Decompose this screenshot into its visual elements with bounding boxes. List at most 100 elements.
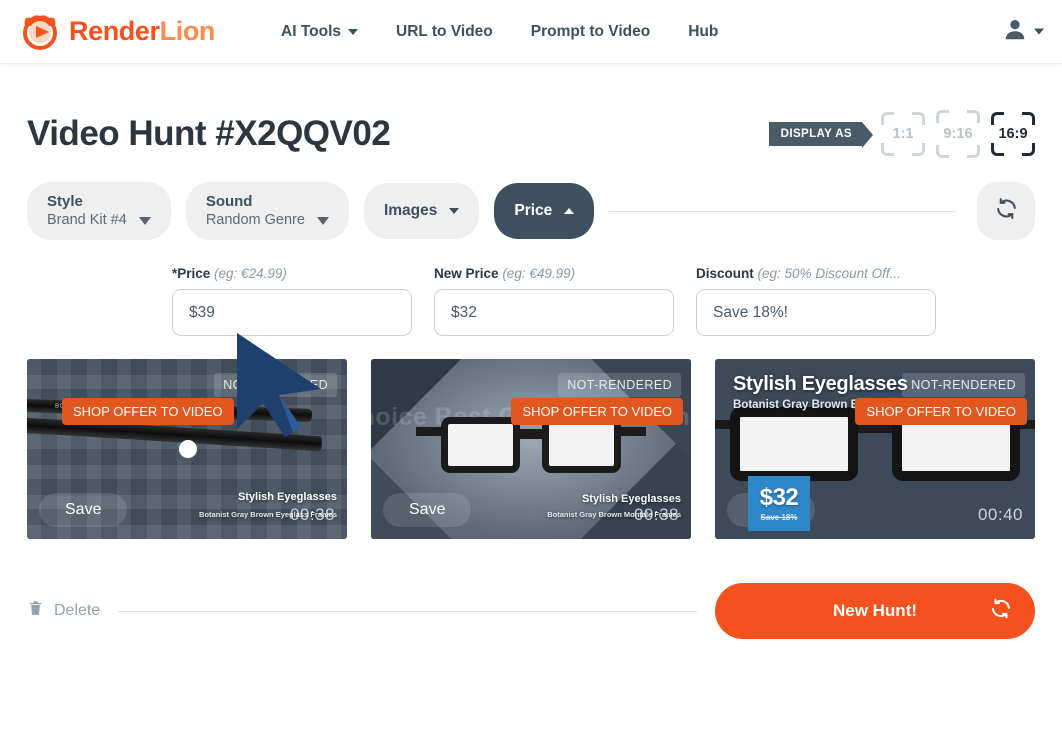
corner-bracket-icon xyxy=(881,112,894,125)
chevron-up-icon xyxy=(564,208,575,214)
main-nav: AI Tools URL to Video Prompt to Video Hu… xyxy=(281,23,718,41)
shop-offer-button[interactable]: SHOP OFFER TO VIDEO xyxy=(62,398,234,425)
chip-title-style: Style xyxy=(47,193,83,211)
delete-label: Delete xyxy=(54,602,101,619)
card-3-timecode: 00:40 xyxy=(977,505,1023,524)
field-label-price-text: *Price xyxy=(172,266,211,281)
corner-bracket-icon xyxy=(936,110,949,123)
ratio-label-16-9: 16:9 xyxy=(998,126,1028,142)
video-card-3[interactable]: Stylish Eyeglasses Botanist Gray Brown E… xyxy=(715,359,1035,539)
refresh-icon xyxy=(989,597,1013,626)
video-card-2[interactable]: Choice Best Choice Best Choice Best Choi… xyxy=(371,359,691,539)
chip-title-images: Images xyxy=(383,202,438,219)
card-2-timecode: 00:38 xyxy=(633,505,679,524)
refresh-icon xyxy=(994,196,1019,226)
brand-logo-text: RenderLion xyxy=(69,16,215,47)
field-label-price: *Price (eg: €24.99) xyxy=(172,266,412,281)
display-as-group: DISPLAY AS 1:1 9:16 16:9 xyxy=(768,110,1035,158)
chip-labels-style: Style Brand Kit #4 xyxy=(47,193,127,229)
trash-icon xyxy=(27,600,44,622)
filter-chips-row: Style Brand Kit #4 Sound Random Genre Im… xyxy=(27,182,1035,240)
new-hunt-label: New Hunt! xyxy=(832,601,918,620)
lens-right xyxy=(541,417,621,473)
nav-item-url-to-video[interactable]: URL to Video xyxy=(396,23,493,41)
temple-right xyxy=(617,427,647,437)
card-2-overlay-title: Stylish Eyeglasses xyxy=(581,493,681,505)
card-1-timecode: 00:38 xyxy=(289,505,335,524)
chip-title-price: Price xyxy=(514,202,553,219)
corner-bracket-icon xyxy=(967,110,980,123)
corner-bracket-icon xyxy=(912,143,925,156)
filter-chip-images[interactable]: Images xyxy=(363,183,480,239)
chevron-down-icon xyxy=(138,216,151,225)
video-card-1[interactable]: BOTANIST 52 □18-145 C2 NOT-RENDERED SHOP… xyxy=(27,359,347,539)
save-button[interactable]: Save xyxy=(383,493,472,527)
corner-bracket-icon xyxy=(1022,143,1035,156)
page-title: Video Hunt #X2QQV02 xyxy=(27,114,391,153)
card-1-overlay-title: Stylish Eyeglasses xyxy=(237,491,337,503)
divider xyxy=(609,210,956,212)
ratio-button-16-9[interactable]: 16:9 xyxy=(991,112,1035,156)
ratio-label-9-16: 9:16 xyxy=(943,126,973,142)
field-label-new-price-text: New Price xyxy=(434,266,499,281)
corner-bracket-icon xyxy=(991,112,1004,125)
chip-value-style: Brand Kit #4 xyxy=(47,212,127,229)
discount-input[interactable] xyxy=(696,289,936,336)
save-button[interactable]: Save xyxy=(39,493,128,527)
bridge xyxy=(520,429,542,440)
footer-actions: Delete New Hunt! xyxy=(27,583,1035,639)
lens-left xyxy=(441,417,521,473)
price-form: *Price (eg: €24.99) New Price (eg: €49.9… xyxy=(27,266,1035,336)
status-badge-not-rendered: NOT-RENDERED xyxy=(214,373,337,397)
ratio-button-9-16[interactable]: 9:16 xyxy=(936,110,980,158)
shop-offer-button[interactable]: SHOP OFFER TO VIDEO xyxy=(511,398,683,425)
status-badge-not-rendered: NOT-RENDERED xyxy=(558,373,681,397)
field-label-discount-text: Discount xyxy=(696,266,754,281)
logo-text-lion: Lion xyxy=(159,16,216,46)
title-row: Video Hunt #X2QQV02 DISPLAY AS 1:1 9:16 xyxy=(27,110,1035,158)
chip-value-sound: Random Genre xyxy=(205,212,305,229)
regenerate-button[interactable] xyxy=(977,182,1035,240)
field-label-discount: Discount (eg: 50% Discount Off... xyxy=(696,266,936,281)
ratio-label-1-1: 1:1 xyxy=(892,126,914,142)
filter-chip-price[interactable]: Price xyxy=(494,183,595,239)
price-input[interactable] xyxy=(172,289,412,336)
corner-bracket-icon xyxy=(912,112,925,125)
price-badge-amount: $32 xyxy=(759,483,799,511)
lion-play-logo-icon xyxy=(18,10,62,54)
delete-button[interactable]: Delete xyxy=(27,600,100,622)
video-cards-row: BOTANIST 52 □18-145 C2 NOT-RENDERED SHOP… xyxy=(27,359,1035,539)
chevron-down-icon xyxy=(348,28,359,35)
price-badge: $32 Save 18% xyxy=(748,476,810,531)
filter-chip-style[interactable]: Style Brand Kit #4 xyxy=(27,182,171,240)
filter-chip-sound[interactable]: Sound Random Genre xyxy=(185,182,349,240)
status-badge-not-rendered: NOT-RENDERED xyxy=(902,373,1025,397)
price-badge-old: Save 18% xyxy=(760,512,798,522)
field-label-new-price: New Price (eg: €49.99) xyxy=(434,266,674,281)
new-hunt-button[interactable]: New Hunt! xyxy=(715,583,1035,639)
focus-dot-icon xyxy=(179,440,197,458)
user-icon xyxy=(1002,16,1028,47)
brand-logo[interactable]: RenderLion xyxy=(18,10,215,54)
corner-bracket-icon xyxy=(991,143,1004,156)
nav-item-prompt-to-video[interactable]: Prompt to Video xyxy=(531,23,650,41)
chip-labels-sound: Sound Random Genre xyxy=(206,193,305,229)
nav-item-hub[interactable]: Hub xyxy=(688,23,718,41)
corner-bracket-icon xyxy=(967,145,980,158)
nav-item-ai-tools[interactable]: AI Tools xyxy=(281,23,359,41)
field-group-new-price: New Price (eg: €49.99) xyxy=(434,266,674,336)
chevron-down-icon xyxy=(1034,28,1044,35)
account-menu[interactable] xyxy=(1002,16,1044,47)
top-navigation-bar: RenderLion AI Tools URL to Video Prompt … xyxy=(0,0,1062,64)
shop-offer-button[interactable]: SHOP OFFER TO VIDEO xyxy=(855,398,1027,425)
field-hint-discount: (eg: 50% Discount Off... xyxy=(757,266,901,281)
corner-bracket-icon xyxy=(1022,112,1035,125)
corner-bracket-icon xyxy=(936,145,949,158)
corner-bracket-icon xyxy=(881,143,894,156)
chevron-down-icon xyxy=(449,208,460,214)
field-hint-price: (eg: €24.99) xyxy=(214,266,287,281)
ratio-button-1-1[interactable]: 1:1 xyxy=(881,112,925,156)
new-price-input[interactable] xyxy=(434,289,674,336)
chip-title-sound: Sound xyxy=(205,193,253,211)
card-3-overlay-title: Stylish Eyeglasses xyxy=(733,373,908,395)
